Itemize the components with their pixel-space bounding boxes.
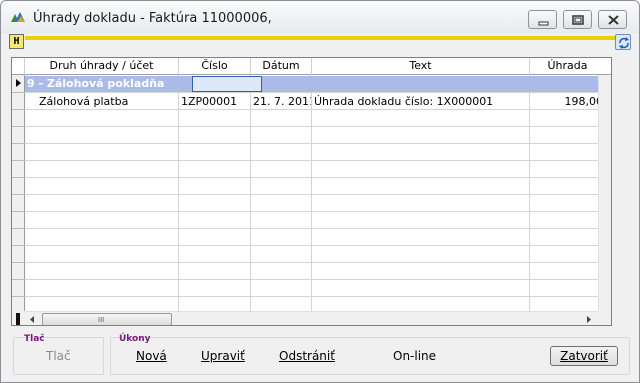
uhrady-dokladu-window: Úhrady dokladu - Faktúra 11000006, H Dru… (0, 0, 640, 383)
current-row-arrow-icon (16, 79, 21, 87)
scroll-grip-icon: III (98, 316, 105, 324)
arrow-left-icon (30, 316, 34, 323)
edit-button[interactable]: Upraviť (201, 349, 245, 363)
row-indicator-column (12, 75, 25, 313)
accent-strip (25, 36, 618, 40)
actions-panel-title: Úkony (119, 334, 151, 344)
restore-icon (572, 15, 584, 25)
header-indicator-cell (12, 58, 25, 75)
group-row-label: 9 - Zálohová pokladňa (27, 77, 165, 90)
print-button[interactable]: Tlač (46, 349, 71, 363)
new-button[interactable]: Nová (136, 349, 167, 363)
horizontal-scroll-thumb[interactable]: III (42, 313, 172, 325)
column-header-cislo[interactable]: Číslo (179, 58, 251, 75)
group-row[interactable]: 9 - Zálohová pokladňa (25, 76, 605, 92)
horizontal-scrollbar[interactable]: III (25, 311, 598, 325)
scroll-left-button[interactable] (25, 312, 40, 325)
title-bar[interactable]: Úhrady dokladu - Faktúra 11000006, (1, 1, 639, 33)
selected-cell[interactable] (192, 76, 262, 92)
grid-lines (25, 75, 611, 311)
scroll-right-button[interactable] (581, 312, 596, 325)
refresh-button[interactable] (615, 34, 631, 50)
frozen-column-marker (12, 311, 25, 325)
close-button[interactable]: Zatvoriť (550, 346, 618, 366)
column-header-uhrada[interactable]: Úhrada (530, 58, 605, 75)
h-button[interactable]: H (9, 34, 24, 49)
grid-header: Druh úhrady / účet Číslo Dátum Text Úhra… (12, 58, 611, 75)
table-row[interactable]: Zálohová platba 1ZP00001 21. 7. 2011 Úhr… (25, 93, 605, 110)
cell-cislo: 1ZP00001 (181, 95, 238, 108)
column-header-druh[interactable]: Druh úhrady / účet (25, 58, 179, 75)
app-logo-icon (9, 10, 27, 24)
minimize-icon (538, 21, 549, 26)
close-window-button[interactable] (598, 10, 627, 29)
maximize-button[interactable] (563, 10, 592, 29)
cell-datum: 21. 7. 2011 (253, 95, 311, 108)
arrow-right-icon (587, 316, 591, 323)
vertical-scrollbar[interactable] (598, 75, 611, 311)
print-panel-title: Tlač (24, 334, 45, 344)
scroll-corner (598, 311, 611, 325)
delete-button[interactable]: Odstrániť (279, 349, 335, 363)
print-panel: Tlač Tlač (13, 334, 104, 375)
cell-text: Úhrada dokladu číslo: 1X000001 (314, 95, 494, 108)
refresh-icon (619, 37, 629, 49)
online-button[interactable]: On-line (393, 349, 436, 363)
cell-druh: Zálohová platba (39, 95, 129, 108)
close-icon (608, 15, 619, 25)
header-strip: H (9, 34, 633, 51)
minimize-button[interactable] (528, 10, 557, 29)
cell-uhrada: 198,00 (564, 95, 604, 108)
column-header-datum[interactable]: Dátum (251, 58, 312, 75)
payments-grid[interactable]: Druh úhrady / účet Číslo Dátum Text Úhra… (11, 57, 612, 326)
window-title: Úhrady dokladu - Faktúra 11000006, (33, 11, 272, 26)
column-header-text[interactable]: Text (312, 58, 530, 75)
